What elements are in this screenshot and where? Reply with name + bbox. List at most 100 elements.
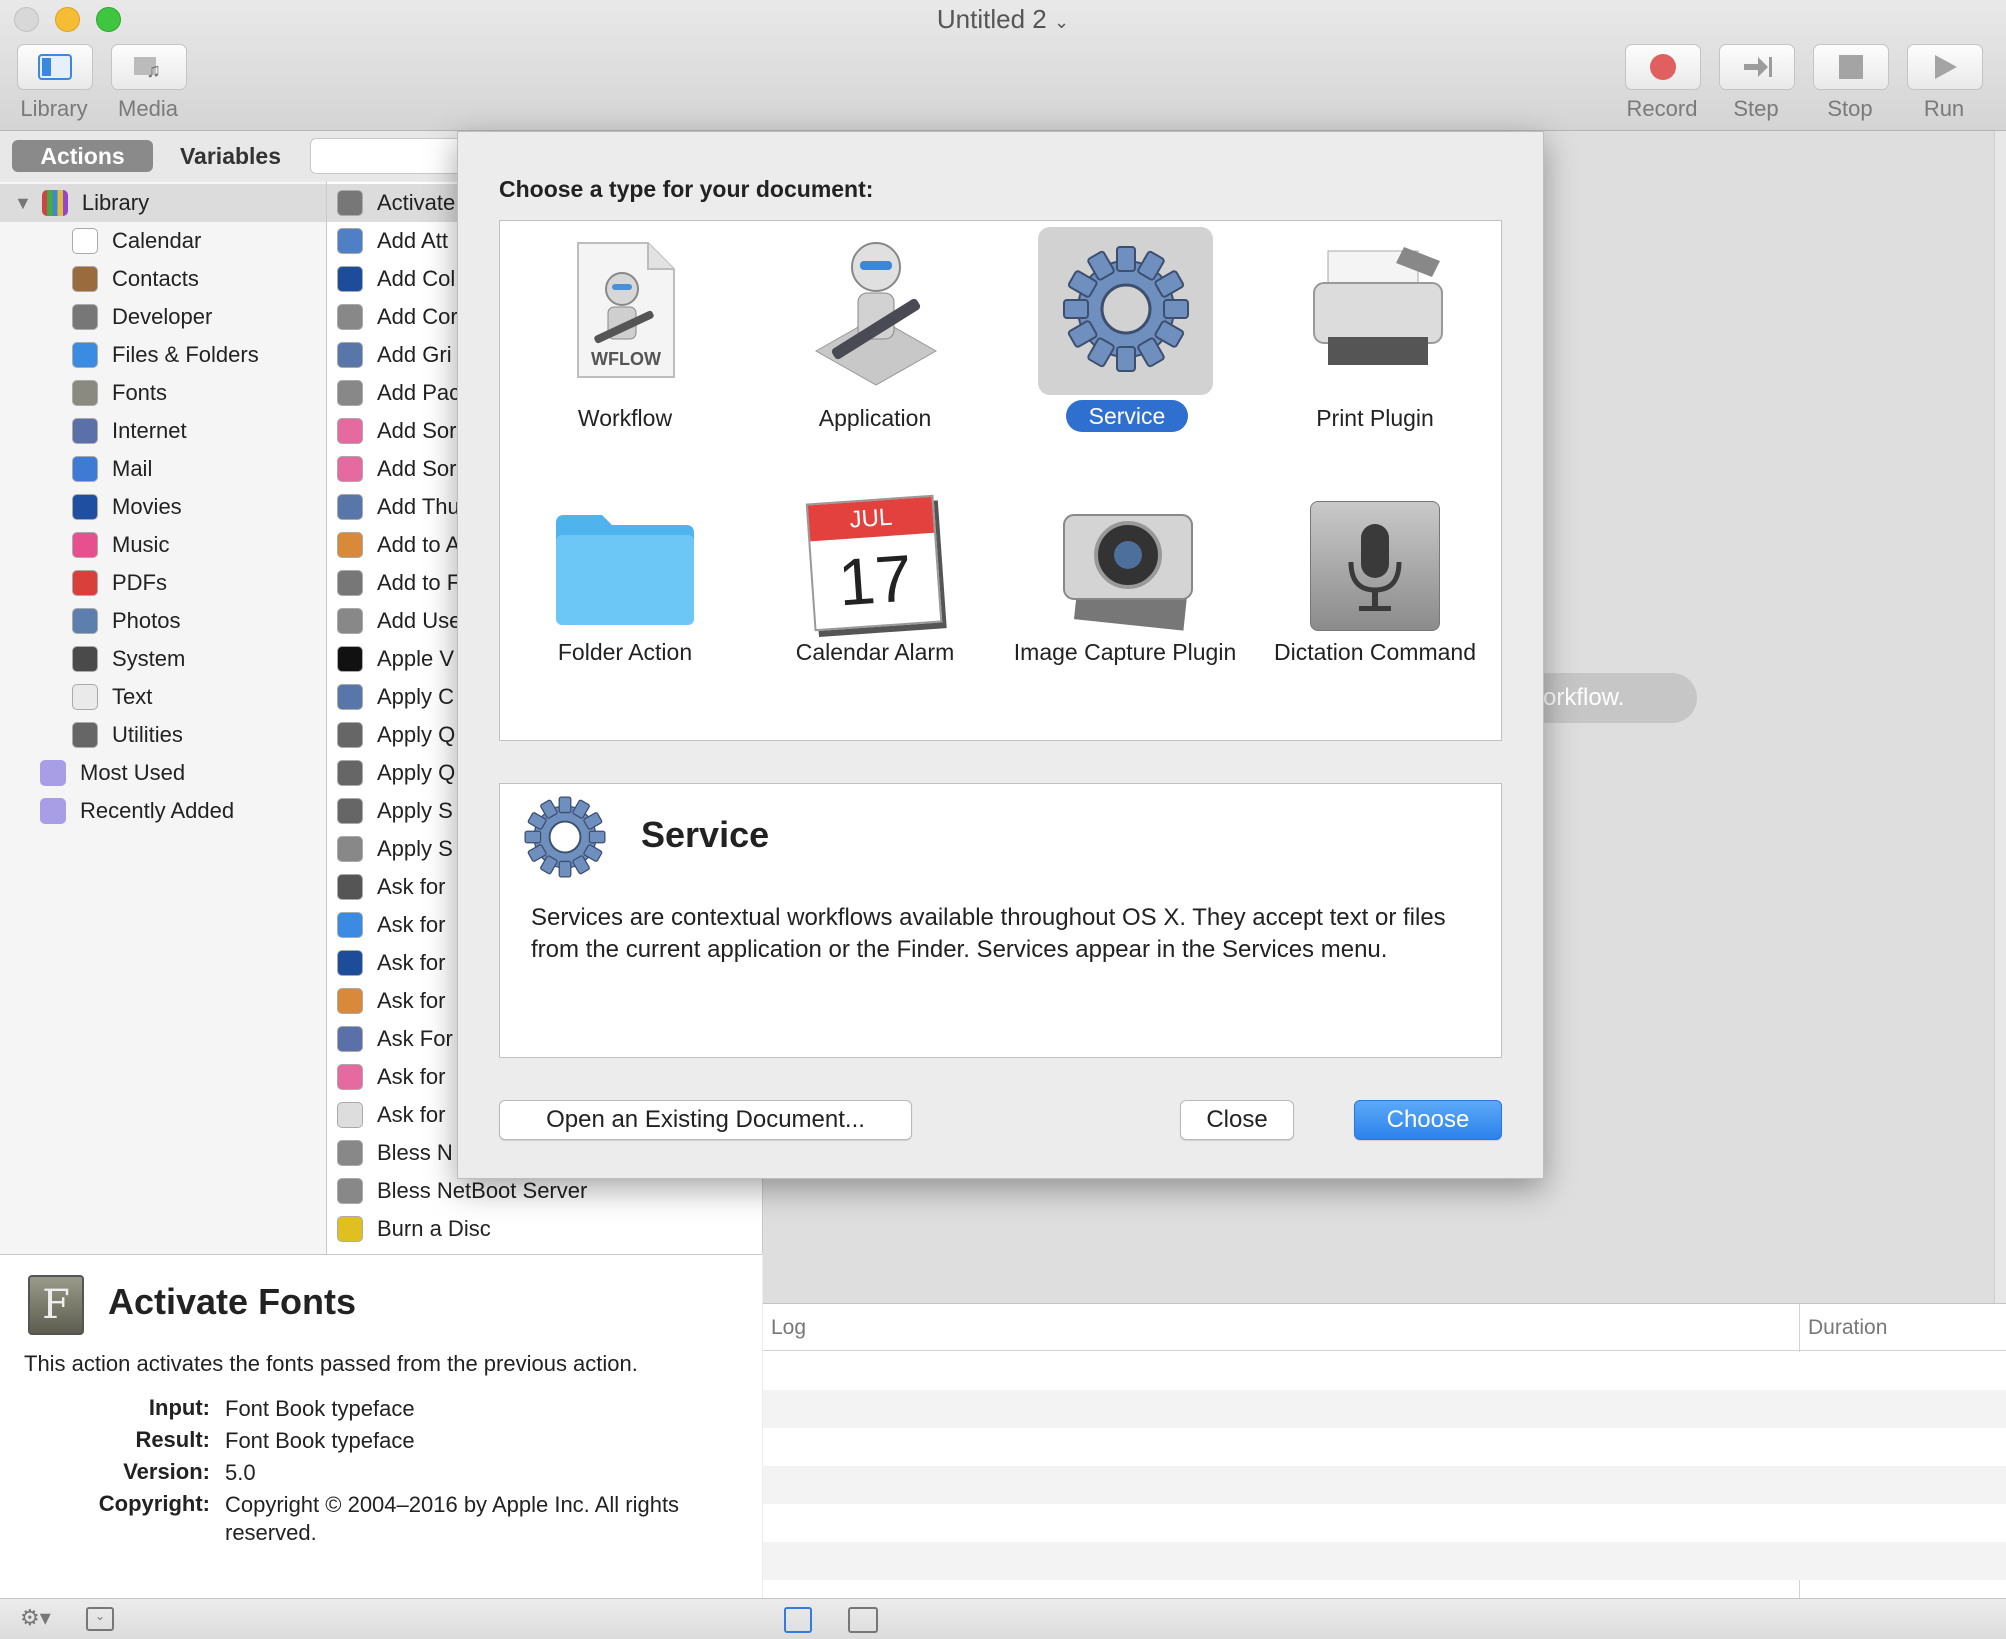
developer-icon [72, 304, 98, 330]
action-item[interactable]: Ask for [337, 944, 445, 982]
library-item[interactable]: System [0, 640, 326, 678]
action-label: Activate [377, 190, 456, 215]
action-icon [337, 760, 363, 786]
smart-group-item[interactable]: Recently Added [0, 792, 326, 830]
action-label: Add Col [377, 266, 456, 291]
gear-icon[interactable]: ⚙▾ [20, 1605, 51, 1631]
type-workflow[interactable]: WFLOW Workflow [500, 221, 750, 479]
action-item[interactable]: Apply C [337, 678, 454, 716]
action-icon [337, 266, 363, 292]
library-item[interactable]: Internet [0, 412, 326, 450]
record-button[interactable] [1625, 44, 1701, 90]
smart-group-item[interactable]: Most Used [0, 754, 326, 792]
type-application[interactable]: Application [750, 221, 1000, 479]
log-row [763, 1466, 2006, 1504]
duration-column-header[interactable]: Duration [1808, 1316, 1887, 1340]
action-label: Add to A [377, 532, 461, 557]
action-item[interactable]: Add Pac [337, 374, 460, 412]
library-button[interactable] [17, 44, 93, 90]
action-item[interactable]: Add Sor [337, 450, 457, 488]
action-item[interactable]: Add Gri [337, 336, 452, 374]
choose-button[interactable]: Choose [1354, 1100, 1502, 1140]
library-item[interactable]: Music [0, 526, 326, 564]
type-label: Workflow [577, 405, 673, 431]
close-button[interactable]: Close [1180, 1100, 1294, 1140]
action-item[interactable]: Add to F [337, 564, 460, 602]
action-item[interactable]: Add Sor [337, 412, 457, 450]
library-item[interactable]: Calendar [0, 222, 326, 260]
canvas-scrollbar[interactable] [1994, 131, 2006, 1303]
action-item[interactable]: Apply S [337, 792, 453, 830]
action-item[interactable]: Ask for [337, 1096, 445, 1134]
library-item[interactable]: Text [0, 678, 326, 716]
stop-button[interactable] [1813, 44, 1889, 90]
type-dictation-command[interactable]: Dictation Command [1250, 479, 1500, 739]
gear-tooth [1116, 346, 1136, 372]
action-item[interactable]: Bless N [337, 1134, 453, 1172]
action-item[interactable]: Add Att [337, 222, 448, 260]
action-item[interactable]: Burn a Disc [337, 1210, 491, 1248]
action-icon [337, 1026, 363, 1052]
flow-view-icon[interactable] [848, 1607, 878, 1633]
library-item[interactable]: Files & Folders [0, 336, 326, 374]
action-item[interactable]: Add to A [337, 526, 460, 564]
library-item[interactable]: PDFs [0, 564, 326, 602]
action-item[interactable]: Add Cor [337, 298, 458, 336]
type-service[interactable]: Service [1000, 221, 1250, 479]
type-label: Application [818, 405, 932, 431]
action-label: Add Cor [377, 304, 458, 329]
type-folder-action[interactable]: Folder Action [500, 479, 750, 739]
type-print-plugin[interactable]: Print Plugin [1250, 221, 1500, 479]
folder-icon [72, 342, 98, 368]
action-item[interactable]: Apple V [337, 640, 454, 678]
text-icon [72, 684, 98, 710]
action-item[interactable]: Ask for [337, 1058, 445, 1096]
actions-tab[interactable]: Actions [12, 140, 153, 172]
library-item-label: Movies [112, 494, 182, 519]
library-item[interactable]: Movies [0, 488, 326, 526]
action-item[interactable]: Add Thu [337, 488, 460, 526]
media-button[interactable]: ♫ [111, 44, 187, 90]
log-row [763, 1504, 2006, 1542]
toggle-description-icon[interactable]: ⌄ [86, 1607, 114, 1631]
log-column-header[interactable]: Log [771, 1316, 806, 1340]
type-calendar-alarm[interactable]: JUL 17 Calendar Alarm [750, 479, 1000, 739]
action-item[interactable]: Apply Q [337, 754, 455, 792]
action-description: F Activate Fonts This action activates t… [0, 1254, 762, 1599]
action-icon [337, 456, 363, 482]
action-item[interactable]: Ask for [337, 982, 445, 1020]
disclosure-triangle-icon[interactable]: ▼ [14, 193, 32, 214]
library-item[interactable]: Utilities [0, 716, 326, 754]
action-item[interactable]: Ask for [337, 868, 445, 906]
step-button[interactable] [1719, 44, 1795, 90]
action-label: Bless N [377, 1140, 453, 1165]
action-label: Apple V [377, 646, 455, 671]
variables-tab[interactable]: Variables [160, 140, 301, 172]
open-existing-document-button[interactable]: Open an Existing Document... [499, 1100, 912, 1140]
log-row [763, 1390, 2006, 1428]
action-item[interactable]: Apply Q [337, 716, 455, 754]
record-label: Record [1626, 96, 1698, 121]
camera-icon [1063, 514, 1193, 631]
type-label: Calendar Alarm [795, 639, 955, 665]
library-item[interactable]: Developer [0, 298, 326, 336]
library-item[interactable]: Mail [0, 450, 326, 488]
action-item[interactable]: Ask For [337, 1020, 453, 1058]
action-label: Apply S [377, 836, 453, 861]
action-item[interactable]: Add Col [337, 260, 455, 298]
library-item[interactable]: Contacts [0, 260, 326, 298]
run-button[interactable] [1907, 44, 1983, 90]
action-item[interactable]: Add Use [337, 602, 461, 640]
library-item-label: System [112, 646, 186, 671]
type-image-capture-plugin[interactable]: Image Capture Plugin [1000, 479, 1250, 739]
list-view-icon[interactable] [784, 1607, 812, 1633]
library-item[interactable]: Fonts [0, 374, 326, 412]
action-label: Burn a Disc [377, 1216, 491, 1241]
library-item[interactable]: Photos [0, 602, 326, 640]
library-root-row[interactable]: ▼ Library [0, 184, 326, 222]
window-title[interactable]: Untitled 2 ⌄ [0, 4, 2006, 35]
action-label: Ask for [377, 874, 446, 899]
library-item-label: Developer [112, 304, 213, 329]
action-item[interactable]: Ask for [337, 906, 445, 944]
action-item[interactable]: Apply S [337, 830, 453, 868]
